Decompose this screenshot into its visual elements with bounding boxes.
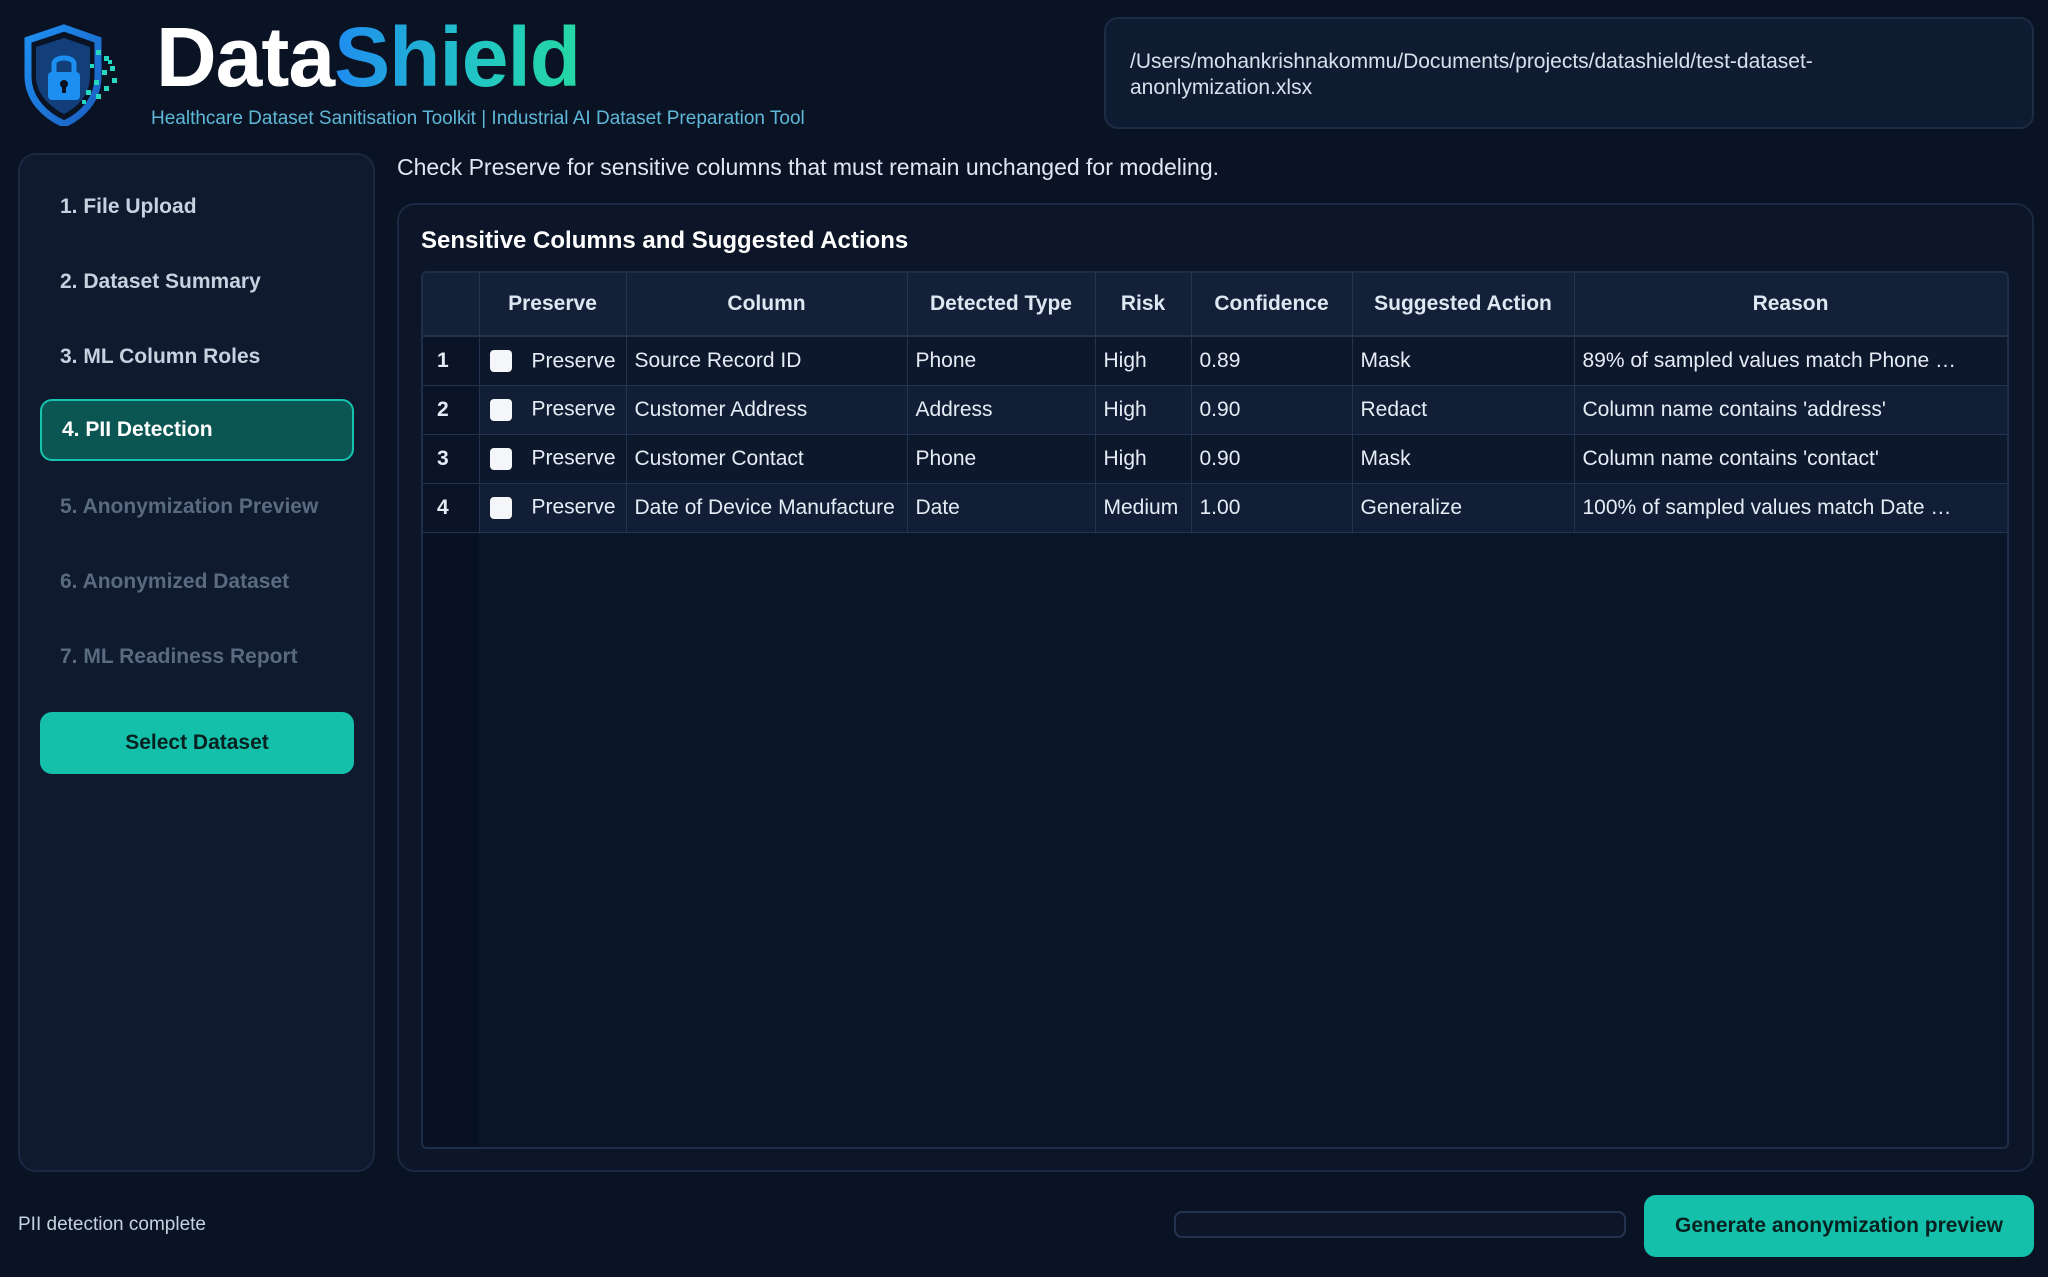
type-cell: Phone bbox=[907, 336, 1096, 386]
sidebar-item-anonymization-preview: 5. Anonymization Preview bbox=[60, 495, 319, 518]
row-index: 1 bbox=[423, 336, 480, 386]
sidebar-item-pii-detection[interactable]: 4. PII Detection bbox=[40, 399, 354, 461]
file-path-line-2: anonlymization.xlsx bbox=[1130, 76, 1313, 99]
pii-table: Preserve Column Detected Type Risk Confi… bbox=[421, 271, 2009, 1149]
table-row[interactable]: 2 Preserve Customer Address Address High… bbox=[423, 385, 2007, 435]
reason-cell: 100% of sampled values match Date … bbox=[1574, 483, 2007, 533]
action-cell: Redact bbox=[1352, 385, 1575, 435]
preserve-label[interactable]: Preserve bbox=[532, 398, 616, 421]
type-cell: Date bbox=[907, 483, 1096, 533]
preserve-checkbox[interactable] bbox=[489, 496, 512, 519]
table-row[interactable]: 4 Preserve Date of Device Manufacture Da… bbox=[423, 483, 2007, 533]
confidence-cell: 0.89 bbox=[1191, 336, 1353, 386]
confidence-cell: 0.90 bbox=[1191, 385, 1353, 435]
generate-preview-button[interactable]: Generate anonymization preview bbox=[1644, 1195, 2034, 1257]
preserve-cell[interactable]: Preserve bbox=[479, 336, 627, 386]
app-title: DataShield bbox=[156, 14, 581, 100]
preserve-cell[interactable]: Preserve bbox=[479, 434, 627, 484]
sidebar-item-ml-readiness-report: 7. ML Readiness Report bbox=[60, 645, 298, 668]
preserve-checkbox[interactable] bbox=[489, 447, 512, 470]
header-preserve[interactable]: Preserve bbox=[479, 273, 627, 337]
confidence-cell: 1.00 bbox=[1191, 483, 1353, 533]
risk-cell: High bbox=[1095, 385, 1192, 435]
sidebar: 1. File Upload 2. Dataset Summary 3. ML … bbox=[18, 153, 375, 1172]
risk-cell: High bbox=[1095, 434, 1192, 484]
header-risk[interactable]: Risk bbox=[1095, 273, 1192, 337]
preserve-checkbox[interactable] bbox=[489, 349, 512, 372]
sidebar-item-ml-column-roles[interactable]: 3. ML Column Roles bbox=[40, 326, 354, 388]
pii-panel: Sensitive Columns and Suggested Actions … bbox=[397, 203, 2034, 1172]
column-cell: Source Record ID bbox=[626, 336, 908, 386]
app-title-shield: Shield bbox=[334, 10, 581, 104]
preserve-label[interactable]: Preserve bbox=[532, 496, 616, 519]
reason-cell: 89% of sampled values match Phone … bbox=[1574, 336, 2007, 386]
app-title-data: Data bbox=[156, 10, 335, 104]
progress-bar bbox=[1174, 1211, 1626, 1238]
confidence-cell: 0.90 bbox=[1191, 434, 1353, 484]
app-tagline: Healthcare Dataset Sanitisation Toolkit … bbox=[151, 108, 805, 129]
shield-lock-icon bbox=[24, 24, 117, 126]
preserve-label[interactable]: Preserve bbox=[532, 447, 616, 470]
action-cell: Mask bbox=[1352, 434, 1575, 484]
sidebar-item-dataset-summary[interactable]: 2. Dataset Summary bbox=[40, 251, 354, 313]
row-index: 4 bbox=[423, 483, 480, 533]
header-index bbox=[423, 273, 480, 337]
column-cell: Customer Contact bbox=[626, 434, 908, 484]
status-text: PII detection complete bbox=[18, 1214, 206, 1235]
reason-cell: Column name contains 'contact' bbox=[1574, 434, 2007, 484]
header-column[interactable]: Column bbox=[626, 273, 908, 337]
panel-title: Sensitive Columns and Suggested Actions bbox=[421, 227, 909, 254]
preserve-checkbox[interactable] bbox=[489, 398, 512, 421]
select-dataset-button[interactable]: Select Dataset bbox=[40, 712, 354, 774]
instruction-text: Check Preserve for sensitive columns tha… bbox=[397, 154, 1220, 180]
preserve-cell[interactable]: Preserve bbox=[479, 483, 627, 533]
preserve-label[interactable]: Preserve bbox=[532, 349, 616, 372]
file-path-display: /Users/mohankrishnakommu/Documents/proje… bbox=[1104, 17, 2034, 129]
row-index: 3 bbox=[423, 434, 480, 484]
header-detected-type[interactable]: Detected Type bbox=[907, 273, 1096, 337]
sidebar-item-file-upload[interactable]: 1. File Upload bbox=[40, 176, 354, 238]
column-cell: Customer Address bbox=[626, 385, 908, 435]
preserve-cell[interactable]: Preserve bbox=[479, 385, 627, 435]
type-cell: Address bbox=[907, 385, 1096, 435]
action-cell: Mask bbox=[1352, 336, 1575, 386]
file-path-line-1: /Users/mohankrishnakommu/Documents/proje… bbox=[1130, 50, 1813, 73]
header-suggested-action[interactable]: Suggested Action bbox=[1352, 273, 1575, 337]
column-cell: Date of Device Manufacture bbox=[626, 483, 908, 533]
reason-cell: Column name contains 'address' bbox=[1574, 385, 2007, 435]
risk-cell: High bbox=[1095, 336, 1192, 386]
risk-cell: Medium bbox=[1095, 483, 1192, 533]
header-confidence[interactable]: Confidence bbox=[1191, 273, 1353, 337]
action-cell: Generalize bbox=[1352, 483, 1575, 533]
table-row[interactable]: 1 Preserve Source Record ID Phone High 0… bbox=[423, 336, 2007, 386]
header-reason[interactable]: Reason bbox=[1574, 273, 2007, 337]
type-cell: Phone bbox=[907, 434, 1096, 484]
sidebar-item-anonymized-dataset: 6. Anonymized Dataset bbox=[60, 570, 290, 593]
table-row[interactable]: 3 Preserve Customer Contact Phone High 0… bbox=[423, 434, 2007, 484]
row-index: 2 bbox=[423, 385, 480, 435]
